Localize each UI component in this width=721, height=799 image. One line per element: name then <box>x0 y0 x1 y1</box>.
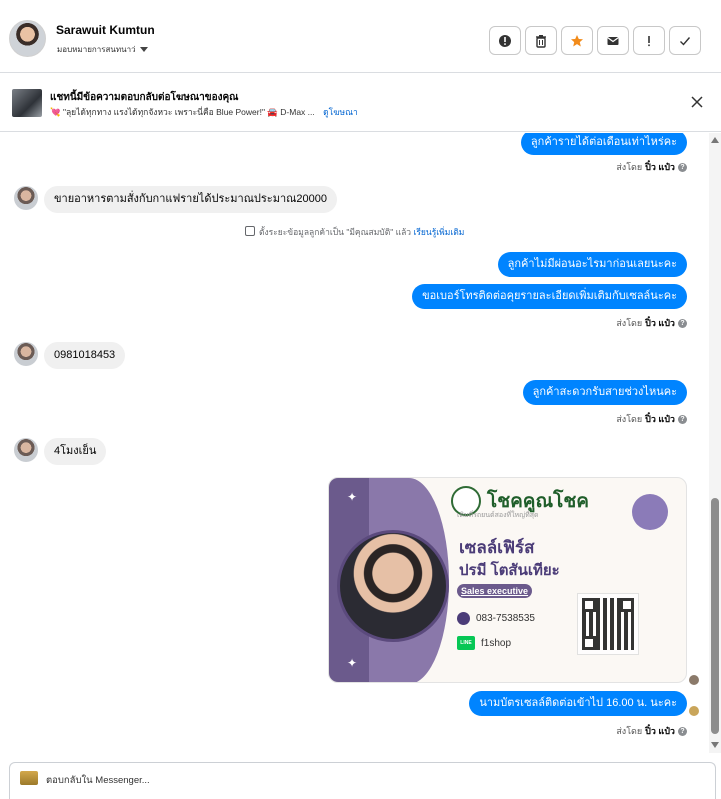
sent-by-prefix: ส่งโดย <box>616 318 643 328</box>
envelope-icon <box>607 36 619 45</box>
help-icon[interactable]: ? <box>678 162 687 172</box>
incoming-message[interactable]: ขายอาหารตามสั่งกับกาแฟรายได้ประมาณประมาณ… <box>44 186 337 213</box>
check-icon <box>680 36 691 46</box>
help-icon[interactable]: ? <box>678 414 687 424</box>
mark-unread-button[interactable] <box>597 26 629 55</box>
incoming-message[interactable]: 4โมงเย็น <box>44 438 107 465</box>
sent-by-label: ส่งโดย ปิ๋ว แป๋ว ? <box>616 412 687 426</box>
conversation-header: Sarawuit Kumtun มอบหมายการสนทนาว่ <box>0 6 721 73</box>
contact-name[interactable]: Sarawuit Kumtun <box>56 23 155 37</box>
qr-marker <box>620 598 634 612</box>
reply-composer <box>9 762 716 799</box>
outgoing-message[interactable]: ขอเบอร์โทรติดต่อคุยรายละเอียดเพิ่มเติมกั… <box>412 284 687 309</box>
help-icon[interactable]: ? <box>678 318 687 328</box>
view-ad-link[interactable]: ดูโฆษณา <box>323 107 358 117</box>
contact-avatar-small <box>14 342 38 366</box>
card-line-id: f1shop <box>481 637 512 649</box>
qr-code <box>577 593 639 655</box>
learn-more-link[interactable]: เรียนรู้เพิ่มเติม <box>413 227 464 237</box>
system-notice: ตั้งระยะข้อมูลลูกค้าเป็น "มีคุณสมบัติ" แ… <box>0 225 709 239</box>
seen-indicator-avatar <box>689 675 699 685</box>
exclamation-icon <box>648 35 650 46</box>
scroll-up-arrow[interactable] <box>711 137 719 143</box>
qr-marker <box>582 636 596 650</box>
ad-banner-title: แชทนี้มีข้อความตอบกลับต่อโฆษณาของคุณ <box>50 92 239 103</box>
qr-marker <box>582 598 596 612</box>
sent-by-label: ส่งโดย ปิ๋ว แป๋ว ? <box>616 160 687 174</box>
star-button[interactable] <box>561 26 593 55</box>
chevron-down-icon <box>139 47 148 52</box>
star-icon <box>571 34 583 46</box>
seen-indicator-avatar <box>689 706 699 716</box>
card-tagline: เติมที่รถยนต์สองที่ใหญ่ที่สุด <box>457 512 539 519</box>
system-notice-text: ตั้งระยะข้อมูลลูกค้าเป็น "มีคุณสมบัติ" แ… <box>258 227 412 237</box>
delete-button[interactable] <box>525 26 557 55</box>
card-phone: 083-7538535 <box>476 613 535 624</box>
sender-name: ปิ๋ว แป๋ว <box>645 318 675 328</box>
scrollbar-thumb[interactable] <box>711 498 719 734</box>
close-icon[interactable] <box>691 96 703 108</box>
sender-name: ปิ๋ว แป๋ว <box>645 162 675 172</box>
outgoing-message[interactable]: นามบัตรเซลล์ติดต่อเข้าไป 16.00 น. นะคะ <box>469 691 687 716</box>
sparkle-icon: ✦ <box>347 656 358 670</box>
business-card-image[interactable]: ✦ ✦ โชคคูณโชค เติมที่รถยนต์สองที่ใหญ่ที่… <box>328 477 687 683</box>
alert-circle-icon <box>499 34 511 47</box>
page-logo <box>20 771 38 785</box>
card-role: Sales executive <box>457 584 533 598</box>
decorative-circle <box>632 494 668 530</box>
contact-avatar[interactable] <box>9 20 46 57</box>
salesperson-photo <box>337 530 449 642</box>
trash-icon <box>536 34 546 48</box>
done-button[interactable] <box>669 26 701 55</box>
sent-by-prefix: ส่งโดย <box>616 414 643 424</box>
spam-button[interactable] <box>489 26 521 55</box>
ad-snippet-row: 💘 "ลุยได้ทุกทาง แรงได้ทุกจังหวะ เพราะนี่… <box>50 105 358 119</box>
incoming-message[interactable]: 0981018453 <box>44 342 126 369</box>
sent-by-label: ส่งโดย ปิ๋ว แป๋ว ? <box>616 724 687 738</box>
sent-by-prefix: ส่งโดย <box>616 726 643 736</box>
outgoing-message[interactable]: ลูกค้าไม่มีผ่อนอะไรมาก่อนเลยนะคะ <box>497 252 687 277</box>
sender-name: ปิ๋ว แป๋ว <box>645 414 675 424</box>
outgoing-message[interactable]: ลูกค้ารายได้ต่อเดือนเท่าไหร่คะ <box>520 133 687 155</box>
line-app-icon: LINE <box>457 636 475 650</box>
conversation-actions <box>489 26 701 55</box>
stage-icon <box>244 226 255 236</box>
ad-thumbnail[interactable] <box>12 89 42 117</box>
contact-avatar-small <box>14 186 38 210</box>
ad-snippet: 💘 "ลุยได้ทุกทาง แรงได้ทุกจังหวะ เพราะนี่… <box>50 107 315 117</box>
card-phone-row: 083-7538535 <box>457 612 535 625</box>
reply-input[interactable] <box>46 763 686 797</box>
sender-name: ปิ๋ว แป๋ว <box>645 726 675 736</box>
card-line-row: LINE f1shop <box>457 636 511 650</box>
assign-label: มอบหมายการสนทนาว่ <box>57 45 136 54</box>
sent-by-prefix: ส่งโดย <box>616 162 643 172</box>
card-person-name: ปรมี โตสันเทียะ <box>459 562 560 579</box>
message-thread: ลูกค้ารายได้ต่อเดือนเท่าไหร่คะ ส่งโดย ปิ… <box>0 133 709 753</box>
contact-avatar-small <box>14 438 38 462</box>
scroll-down-arrow[interactable] <box>711 742 719 748</box>
sparkle-icon: ✦ <box>347 490 358 504</box>
outgoing-message[interactable]: ลูกค้าสะดวกรับสายช่วงไหนคะ <box>522 380 687 405</box>
card-heading: เซลล์เฟิร์ส <box>459 538 535 557</box>
help-icon[interactable]: ? <box>678 726 687 736</box>
phone-icon <box>457 612 470 625</box>
follow-up-button[interactable] <box>633 26 665 55</box>
ad-reply-banner: แชทนี้มีข้อความตอบกลับต่อโฆษณาของคุณ 💘 "… <box>0 74 721 132</box>
sent-by-label: ส่งโดย ปิ๋ว แป๋ว ? <box>616 316 687 330</box>
assign-conversation-dropdown[interactable]: มอบหมายการสนทนาว่ <box>57 43 148 56</box>
